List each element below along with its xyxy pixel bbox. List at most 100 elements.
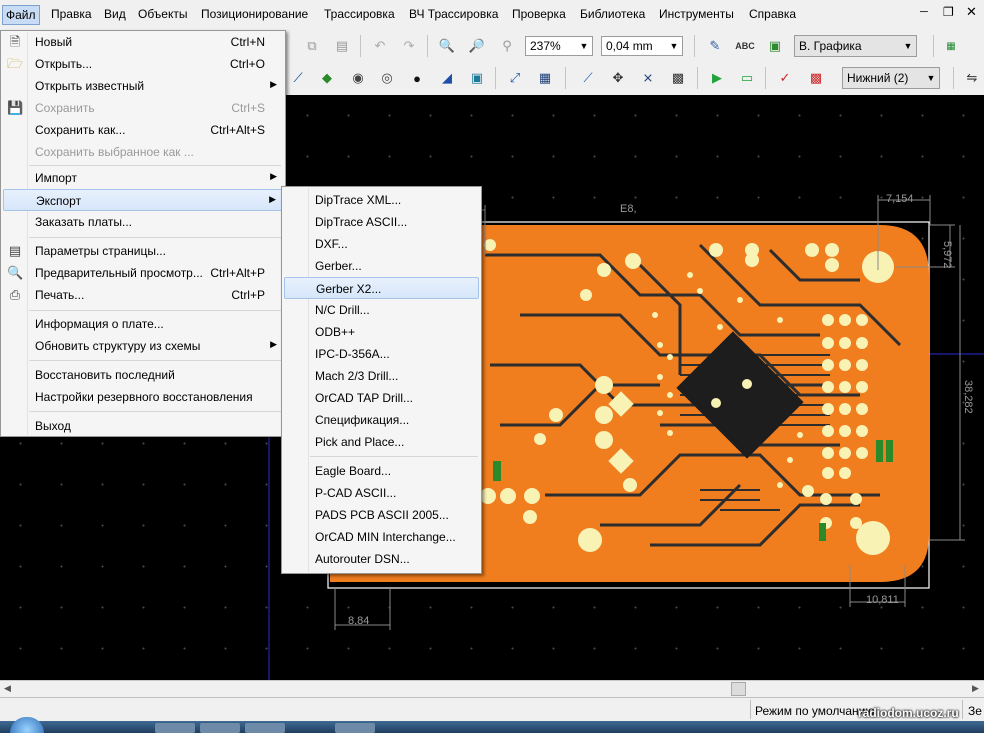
draw-line-icon[interactable]: ⟋ <box>288 68 308 88</box>
print-preview-icon: 🔍 <box>7 265 24 280</box>
menu-tools[interactable]: Инструменты <box>659 7 734 21</box>
drc-check-icon[interactable]: ✓ <box>775 68 795 88</box>
close-icon[interactable]: ✕ <box>966 4 977 20</box>
layer-setup-icon[interactable]: ✎ <box>705 36 725 56</box>
export-ipc-d-356a[interactable]: IPC-D-356A... <box>284 343 479 365</box>
file-menu-dropdown: 🗎 Новый Ctrl+N 🗁 Открыть... Ctrl+O Откры… <box>0 30 286 437</box>
grid-combo[interactable]: 0,04 mm ▼ <box>601 36 683 56</box>
dim-bottom-left-label: 8,84 <box>348 615 370 627</box>
menu-objects[interactable]: Объекты <box>138 7 188 21</box>
export-autorouter-dsn[interactable]: Autorouter DSN... <box>284 548 479 570</box>
menu-item-exit[interactable]: Выход <box>3 415 283 437</box>
dim-right-top-label: 5,972 <box>941 241 953 269</box>
restore-icon[interactable]: ❐ <box>943 5 954 19</box>
submenu-arrow-icon: ▶ <box>270 339 277 349</box>
export-orcad-min[interactable]: OrCAD MIN Interchange... <box>284 526 479 548</box>
export-orcad-tap-drill[interactable]: OrCAD TAP Drill... <box>284 387 479 409</box>
image-icon[interactable]: ▣ <box>765 36 785 56</box>
copper-pour-icon[interactable]: ◢ <box>437 68 457 88</box>
menu-file[interactable]: Файл <box>2 5 40 25</box>
menu-item-import[interactable]: Импорт ▶ <box>3 167 283 189</box>
route-connect-icon[interactable]: ✥ <box>608 68 628 88</box>
dimension-icon[interactable]: ⤢ <box>505 68 525 88</box>
place-point-icon[interactable]: ● <box>407 68 427 88</box>
menu-library[interactable]: Библиотека <box>580 7 645 21</box>
menu-item-open-recent[interactable]: Открыть известный ▶ <box>3 75 283 97</box>
menu-item-save-as[interactable]: Сохранить как... Ctrl+Alt+S <box>3 119 283 141</box>
export-diptrace-ascii[interactable]: DipTrace ASCII... <box>284 211 479 233</box>
taskbar-app[interactable] <box>155 723 195 733</box>
place-via-icon[interactable]: ◉ <box>348 68 368 88</box>
menu-item-print-preview[interactable]: 🔍 Предварительный просмотр... Ctrl+Alt+P <box>3 262 283 284</box>
export-pick-and-place[interactable]: Pick and Place... <box>284 431 479 453</box>
run-from-current-icon[interactable]: ▭ <box>737 68 757 88</box>
status-right: Зе <box>968 704 982 718</box>
export-gerber-x2[interactable]: Gerber X2... <box>284 277 479 299</box>
menu-item-page-setup[interactable]: ▤ Параметры страницы... <box>3 240 283 262</box>
taskbar-app[interactable] <box>335 723 375 733</box>
component-icon[interactable]: ▦ <box>941 36 961 56</box>
export-submenu: DipTrace XML... DipTrace ASCII... DXF...… <box>281 186 482 574</box>
side-combo[interactable]: Нижний (2) ▼ <box>842 67 940 89</box>
menu-item-print[interactable]: ⎙ Печать... Ctrl+P <box>3 284 283 306</box>
export-bom[interactable]: Спецификация... <box>284 409 479 431</box>
swap-layer-icon[interactable]: ⇋ <box>962 68 982 88</box>
menu-item-save[interactable]: 💾 Сохранить Ctrl+S <box>3 97 283 119</box>
place-pad-icon[interactable]: ◆ <box>317 68 337 88</box>
text-tool-icon[interactable]: ABC <box>735 36 755 56</box>
copy-icon[interactable]: ⧉ <box>302 36 322 56</box>
export-dxf[interactable]: DXF... <box>284 233 479 255</box>
menu-routing[interactable]: Трассировка <box>324 7 395 21</box>
menu-help[interactable]: Справка <box>749 7 796 21</box>
scroll-right-icon[interactable]: ▶ <box>972 683 979 694</box>
menu-item-export[interactable]: Экспорт ▶ <box>3 189 283 211</box>
drc-settings-icon[interactable]: ▩ <box>806 68 826 88</box>
horizontal-scrollbar[interactable]: ◀ ▶ <box>0 680 984 698</box>
menu-item-new[interactable]: 🗎 Новый Ctrl+N <box>3 31 283 53</box>
route-setup-icon[interactable]: ▩ <box>668 68 688 88</box>
chevron-down-icon: ▼ <box>669 41 679 51</box>
export-pcad-ascii[interactable]: P-CAD ASCII... <box>284 482 479 504</box>
menu-placement[interactable]: Позиционирование <box>201 7 308 21</box>
zoom-in-icon[interactable]: 🔍 <box>437 36 457 56</box>
menu-item-order-boards[interactable]: Заказать платы... <box>3 211 283 233</box>
menu-bar: Файл Правка Вид Объекты Позиционирование… <box>0 0 984 32</box>
redo-icon[interactable]: ↷ <box>399 36 419 56</box>
place-hole-icon[interactable]: ◎ <box>377 68 397 88</box>
menu-item-backup-settings[interactable]: Настройки резервного восстановления <box>3 386 283 408</box>
export-gerber[interactable]: Gerber... <box>284 255 479 277</box>
menu-item-board-info[interactable]: Информация о плате... <box>3 313 283 335</box>
route-trace-icon[interactable]: ⟋ <box>578 68 598 88</box>
menu-item-restore-last[interactable]: Восстановить последний <box>3 364 283 386</box>
export-diptrace-xml[interactable]: DipTrace XML... <box>284 189 479 211</box>
undo-icon[interactable]: ↶ <box>370 36 390 56</box>
menu-item-update-from-schematic[interactable]: Обновить структуру из схемы ▶ <box>3 335 283 357</box>
taskbar-app[interactable] <box>245 723 285 733</box>
dim-top-left-label: E8, <box>620 203 637 215</box>
zoom-combo[interactable]: 237% ▼ <box>525 36 593 56</box>
pour-manager-icon[interactable]: ▣ <box>467 68 487 88</box>
dim-bottom-right-label: 10,811 <box>866 594 899 606</box>
table-icon[interactable]: ▦ <box>535 68 555 88</box>
menu-view[interactable]: Вид <box>104 7 126 21</box>
paste-icon[interactable]: ▤ <box>332 36 352 56</box>
export-mach-drill[interactable]: Mach 2/3 Drill... <box>284 365 479 387</box>
zoom-out-icon[interactable]: 🔎 <box>467 36 487 56</box>
menu-rf-routing[interactable]: ВЧ Трассировка <box>409 7 498 21</box>
minimize-icon[interactable]: ─ <box>920 6 928 18</box>
scrollbar-thumb[interactable] <box>731 682 746 696</box>
export-eagle-board[interactable]: Eagle Board... <box>284 460 479 482</box>
menu-item-save-selected[interactable]: Сохранить выбранное как ... <box>3 141 283 163</box>
unroute-icon[interactable]: ⨯ <box>638 68 658 88</box>
menu-verification[interactable]: Проверка <box>512 7 566 21</box>
taskbar-app[interactable] <box>200 723 240 733</box>
layer-combo[interactable]: В. Графика ▼ <box>794 35 917 57</box>
zoom-fit-icon[interactable]: ⚲ <box>497 36 517 56</box>
menu-item-open[interactable]: 🗁 Открыть... Ctrl+O <box>3 53 283 75</box>
export-odb[interactable]: ODB++ <box>284 321 479 343</box>
export-pads-pcb-ascii[interactable]: PADS PCB ASCII 2005... <box>284 504 479 526</box>
export-nc-drill[interactable]: N/C Drill... <box>284 299 479 321</box>
menu-edit[interactable]: Правка <box>51 7 92 21</box>
scroll-left-icon[interactable]: ◀ <box>4 683 11 694</box>
run-autorouter-icon[interactable]: ▶ <box>707 68 727 88</box>
